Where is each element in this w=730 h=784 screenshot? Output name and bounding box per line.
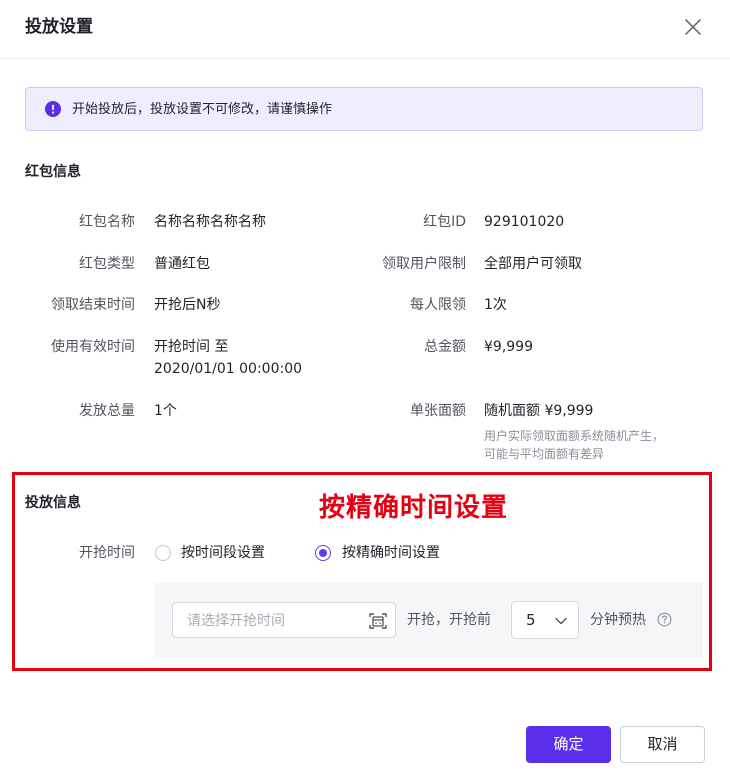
section-title-redpacket: 红包信息 bbox=[25, 164, 81, 180]
question-circle-icon[interactable] bbox=[657, 612, 672, 627]
calendar-icon[interactable] bbox=[368, 611, 388, 631]
preheat-prefix-text: 开抢，开抢前 bbox=[407, 612, 491, 628]
warning-alert: 开始投放后，投放设置不可修改，请谨慎操作 bbox=[25, 87, 703, 131]
field-label-total-quantity: 发放总量 bbox=[79, 403, 135, 419]
radio-label-time-range[interactable]: 按时间段设置 bbox=[181, 542, 265, 564]
start-time-label: 开抢时间 bbox=[79, 545, 135, 561]
radio-exact-time[interactable] bbox=[315, 545, 331, 561]
preheat-suffix-text: 分钟预热 bbox=[590, 612, 646, 628]
field-value-total-amount: ¥9,999 bbox=[484, 339, 533, 355]
field-value-user-limit: 全部用户可领取 bbox=[484, 256, 582, 272]
annotation-text: 按精确时间设置 bbox=[319, 493, 509, 523]
field-label-denomination: 单张面额 bbox=[410, 403, 466, 419]
field-label-per-person: 每人限领 bbox=[410, 297, 466, 313]
close-icon[interactable] bbox=[681, 15, 705, 39]
preheat-minutes-value: 5 bbox=[526, 611, 536, 629]
start-time-placeholder: 请选择开抢时间 bbox=[187, 613, 285, 629]
cancel-button[interactable]: 取消 bbox=[620, 726, 705, 763]
denomination-hint-line2: 可能与平均面额有差异 bbox=[484, 447, 605, 461]
alert-text: 开始投放后，投放设置不可修改，请谨慎操作 bbox=[72, 102, 333, 117]
field-value-id: 929101020 bbox=[484, 214, 565, 230]
confirm-button[interactable]: 确定 bbox=[526, 726, 611, 763]
chevron-down-icon bbox=[555, 617, 567, 625]
field-value-valid-time-line2: 2020/01/01 00:00:00 bbox=[154, 361, 303, 377]
field-value-end-time: 开抢后N秒 bbox=[154, 297, 221, 313]
preheat-minutes-select[interactable]: 5 bbox=[511, 601, 579, 639]
field-value-type: 普通红包 bbox=[154, 256, 210, 272]
radio-label-exact-time[interactable]: 按精确时间设置 bbox=[342, 542, 440, 564]
field-value-name: 名称名称名称名称 bbox=[154, 214, 266, 230]
field-value-per-person: 1次 bbox=[484, 297, 507, 313]
field-label-type: 红包类型 bbox=[79, 256, 135, 272]
field-value-total-quantity: 1个 bbox=[154, 403, 177, 419]
dialog-title: 投放设置 bbox=[25, 17, 93, 37]
field-label-name: 红包名称 bbox=[79, 214, 135, 230]
section-title-delivery: 投放信息 bbox=[25, 495, 81, 511]
field-value-denomination: 随机面额 ¥9,999 bbox=[484, 403, 594, 419]
dialog-header: 投放设置 bbox=[0, 0, 730, 59]
field-label-end-time: 领取结束时间 bbox=[51, 297, 135, 313]
field-label-id: 红包ID bbox=[423, 214, 466, 230]
field-value-valid-time-line1: 开抢时间 至 bbox=[154, 339, 229, 355]
radio-time-range[interactable] bbox=[155, 545, 171, 561]
field-label-user-limit: 领取用户限制 bbox=[382, 256, 466, 272]
field-label-valid-time: 使用有效时间 bbox=[51, 339, 135, 355]
field-label-total-amount: 总金额 bbox=[424, 339, 466, 355]
start-time-picker[interactable]: 请选择开抢时间 bbox=[172, 602, 396, 638]
denomination-hint-line1: 用户实际领取面额系统随机产生， bbox=[484, 429, 665, 443]
exclamation-circle-icon bbox=[45, 101, 61, 117]
